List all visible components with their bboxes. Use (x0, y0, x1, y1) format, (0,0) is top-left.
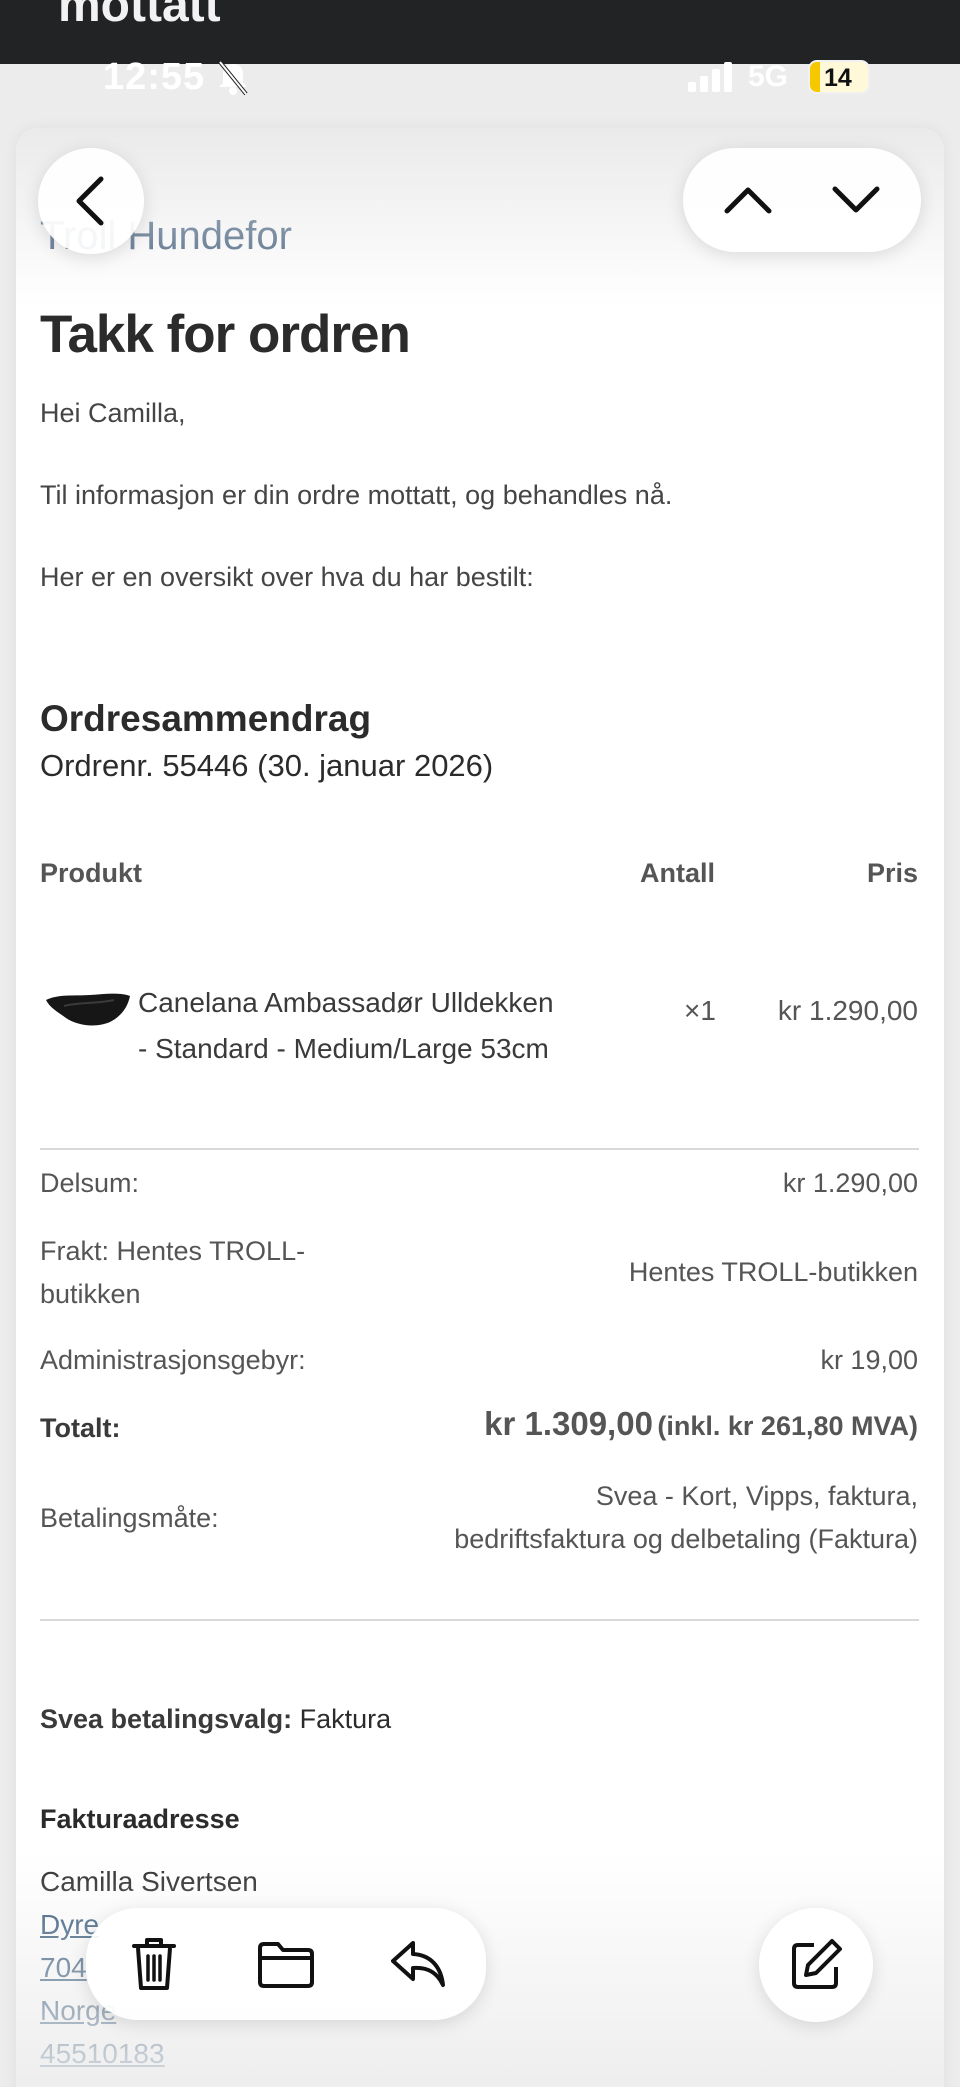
shipping-label-line2: butikken (40, 1279, 141, 1309)
payment-method-line1: Svea - Kort, Vipps, faktura, (595, 1481, 918, 1511)
subtotal-value: kr 1.290,00 (782, 1168, 918, 1198)
delete-button[interactable] (104, 1908, 204, 2020)
greeting-text: Hei Camilla, (40, 398, 186, 428)
reply-icon (391, 1941, 445, 1987)
billing-name: Camilla Sivertsen (40, 1866, 258, 1897)
payment-method-line2: bedriftsfaktura og delbetaling (Faktura) (454, 1524, 918, 1554)
billing-zip[interactable]: 704 (40, 1952, 87, 1984)
move-to-folder-button[interactable] (236, 1908, 336, 2020)
message-nav-group (683, 148, 921, 252)
overview-text: Her er en oversikt over hva du har besti… (40, 562, 534, 592)
next-message-button[interactable] (811, 148, 901, 252)
divider (40, 1619, 919, 1621)
email-heading: Takk for ordren (40, 305, 411, 364)
payment-method-label: Betalingsmåte: (40, 1503, 219, 1533)
compose-icon (792, 1939, 842, 1989)
battery-percent: 14 (824, 64, 852, 92)
subtotal-label: Delsum: (40, 1168, 140, 1198)
admin-fee-label: Administrasjonsgebyr: (40, 1345, 306, 1375)
column-header-product: Produkt (40, 858, 143, 888)
trash-icon (132, 1938, 176, 1990)
battery-level (810, 62, 820, 92)
chevron-left-icon (76, 176, 104, 226)
order-number: Ordrenr. 55446 (30. januar 2026) (40, 748, 494, 783)
svea-payment-choice: Svea betalingsvalg: Faktura (40, 1698, 391, 1741)
admin-fee-value: kr 19,00 (820, 1345, 918, 1375)
total-amount: kr 1.309,00 (484, 1405, 653, 1442)
shipping-label: Frakt: Hentes TROLL- butikken (40, 1230, 305, 1316)
total-value: kr 1.309,00 (inkl. kr 261,80 MVA) (484, 1405, 918, 1443)
compose-button[interactable] (759, 1908, 873, 2022)
payment-method-value: Svea - Kort, Vipps, faktura, bedriftsfak… (454, 1475, 918, 1561)
column-header-price: Pris (866, 858, 918, 888)
status-time: 12:55 (103, 56, 206, 98)
order-summary-title: Ordresammendrag (40, 698, 372, 739)
column-header-quantity: Antall (640, 858, 716, 888)
shipping-label-line1: Frakt: Hentes TROLL- (40, 1236, 306, 1266)
billing-street[interactable]: Dyre (40, 1909, 99, 1941)
divider (40, 1148, 919, 1150)
network-type: 5G (748, 60, 789, 93)
mail-subject-title: mottatt (58, 0, 221, 32)
billing-address-title: Fakturaadresse (40, 1804, 240, 1834)
svea-label: Svea betalingsvalg: (40, 1704, 293, 1734)
chevron-down-icon (832, 186, 880, 213)
shipping-value: Hentes TROLL-butikken (628, 1257, 918, 1287)
chevron-up-icon (724, 187, 772, 214)
signal-icon (688, 62, 732, 92)
product-quantity: ×1 (684, 995, 716, 1026)
billing-phone[interactable]: 45510183 (40, 2038, 165, 2070)
product-price: kr 1.290,00 (777, 995, 918, 1026)
battery-icon: 14 (808, 60, 870, 94)
bottom-action-group (86, 1908, 486, 2020)
total-vat: (inkl. kr 261,80 MVA) (657, 1411, 918, 1441)
product-name[interactable]: Canelana Ambassadør Ulldekken - Standard… (138, 980, 578, 1072)
bell-muted-icon (218, 60, 248, 96)
product-thumbnail[interactable] (44, 988, 132, 1032)
reply-button[interactable] (368, 1908, 468, 2020)
product-name-line2: - Standard - Medium/Large 53cm (138, 1033, 549, 1064)
previous-message-button[interactable] (703, 148, 793, 252)
folder-icon (258, 1942, 314, 1988)
product-name-line1: Canelana Ambassadør Ulldekken (138, 987, 554, 1018)
info-text: Til informasjon er din ordre mottatt, og… (40, 480, 673, 510)
mail-header-bar: mottatt (0, 0, 960, 64)
svea-value: Faktura (299, 1704, 392, 1734)
back-button[interactable] (38, 148, 144, 254)
total-label: Totalt: (40, 1413, 121, 1443)
